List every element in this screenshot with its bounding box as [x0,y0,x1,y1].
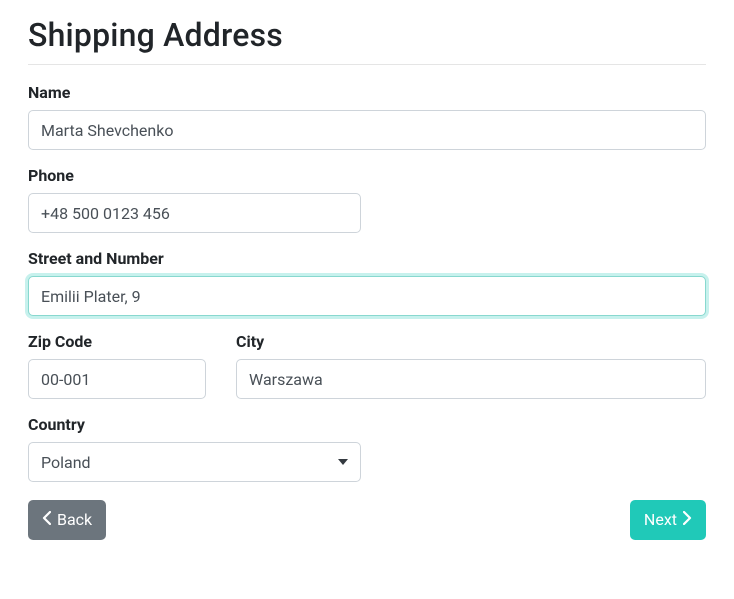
zip-label: Zip Code [28,332,206,351]
zip-city-row: Zip Code City [28,332,706,415]
phone-field[interactable] [28,193,361,233]
name-label: Name [28,83,706,102]
zip-group: Zip Code [28,332,206,399]
street-group: Street and Number [28,249,706,316]
street-label: Street and Number [28,249,706,268]
zip-field[interactable] [28,359,206,399]
name-field[interactable] [28,110,706,150]
chevron-left-icon [42,509,51,531]
phone-label: Phone [28,166,361,185]
chevron-right-icon [683,509,692,531]
back-button[interactable]: Back [28,500,106,540]
shipping-address-form: Shipping Address Name Phone Street and N… [0,16,734,540]
city-label: City [236,332,706,351]
country-group: Country Poland [28,415,361,482]
divider [28,64,706,65]
back-button-label: Back [57,509,92,531]
country-label: Country [28,415,361,434]
button-row: Back Next [28,500,706,540]
next-button[interactable]: Next [630,500,706,540]
street-field[interactable] [28,276,706,316]
phone-group: Phone [28,166,361,233]
name-group: Name [28,83,706,150]
page-title: Shipping Address [28,16,706,54]
next-button-label: Next [644,509,677,531]
country-select[interactable]: Poland [28,442,361,482]
city-group: City [236,332,706,399]
city-field[interactable] [236,359,706,399]
